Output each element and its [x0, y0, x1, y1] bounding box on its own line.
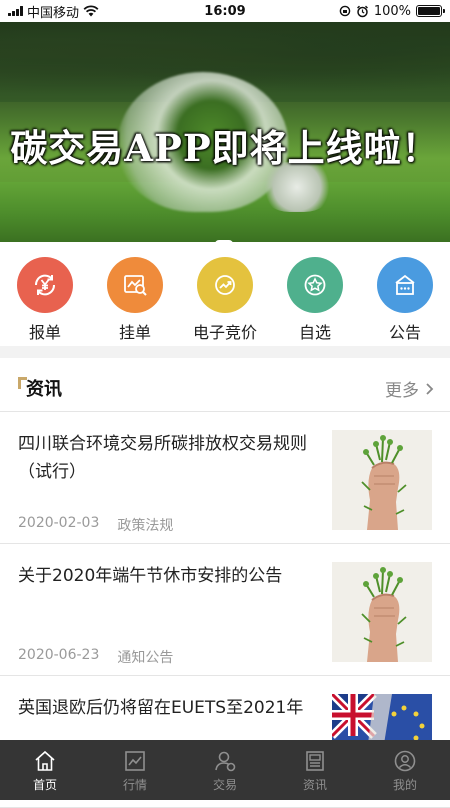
tab-label: 行情: [122, 778, 147, 792]
quick-nav-label: 公告: [388, 323, 421, 342]
promo-banner[interactable]: 碳交易APP即将上线啦！: [0, 22, 450, 242]
quick-nav-report[interactable]: 报单: [0, 242, 90, 346]
trade-icon: [215, 751, 236, 772]
tab-news[interactable]: 资讯: [270, 740, 360, 800]
fist-with-plants-image: [332, 562, 432, 662]
news-icon: [306, 751, 324, 771]
quick-nav-watchlist[interactable]: 自选: [270, 242, 360, 346]
market-chart-icon: [125, 751, 145, 771]
trend-up-icon: [197, 257, 253, 313]
profile-icon: [394, 750, 416, 772]
quick-nav-label: 自选: [298, 323, 331, 342]
quick-nav-order[interactable]: 挂单: [90, 242, 180, 346]
tab-trade[interactable]: 交易: [180, 740, 270, 800]
chart-search-icon: [107, 257, 163, 313]
tab-market[interactable]: 行情: [90, 740, 180, 800]
tab-profile[interactable]: 我的: [360, 740, 450, 800]
news-item-category: 政策法规: [117, 518, 174, 534]
battery-icon: [416, 5, 445, 17]
quick-nav-announcement[interactable]: 公告: [360, 242, 450, 346]
yen-refresh-icon: [17, 257, 73, 313]
fist-with-plants-image: [332, 430, 432, 530]
news-item-date: 2020-06-23: [18, 647, 100, 663]
tab-label: 交易: [212, 778, 237, 792]
quick-nav-label: 挂单: [118, 323, 151, 342]
news-item-date: 2020-02-03: [18, 515, 100, 531]
news-section-header: 资讯 更多: [0, 358, 450, 412]
news-item-title: 英国退欧后仍将留在EUETS至2021年: [18, 698, 304, 718]
quick-nav: 报单 挂单 电子竞价 自选 公告: [0, 242, 450, 346]
alarm-icon: [356, 5, 368, 17]
quick-nav-label: 报单: [28, 323, 61, 342]
news-item[interactable]: 四川联合环境交易所碳排放权交易规则（试行） 2020-02-03 政策法规: [0, 412, 450, 544]
carrier-name: 中国移动: [27, 5, 80, 21]
more-news-link[interactable]: 更多: [385, 376, 434, 401]
more-label: 更多: [385, 381, 419, 401]
wifi-icon: [83, 5, 99, 17]
quick-nav-auction[interactable]: 电子竞价: [180, 242, 270, 346]
section-divider: [0, 346, 450, 358]
tab-label: 我的: [392, 778, 417, 792]
banner-title: 碳交易APP即将上线啦！: [10, 126, 440, 170]
home-icon: [35, 750, 55, 771]
news-item-title: 四川联合环境交易所碳排放权交易规则（试行）: [18, 434, 307, 482]
status-bar: 中国移动 16:09 100%: [0, 0, 450, 22]
chevron-right-icon: [426, 382, 434, 395]
news-section-title: 资讯: [18, 375, 62, 401]
news-item[interactable]: 关于2020年端午节休市安排的公告 2020-06-23 通知公告: [0, 544, 450, 676]
rotation-lock-icon: [339, 5, 351, 17]
tab-label: 首页: [32, 778, 57, 792]
bottom-tab-bar: 首页 行情 交易 资讯 我的: [0, 740, 450, 800]
battery-percent: 100%: [373, 3, 411, 19]
news-item-category: 通知公告: [117, 650, 174, 666]
star-icon: [287, 257, 343, 313]
tab-home[interactable]: 首页: [0, 740, 90, 800]
tab-label: 资讯: [302, 778, 327, 792]
news-item-title: 关于2020年端午节休市安排的公告: [18, 566, 283, 586]
quick-nav-label: 电子竞价: [192, 323, 257, 342]
signal-icon: [8, 6, 23, 16]
announcement-icon: [377, 257, 433, 313]
